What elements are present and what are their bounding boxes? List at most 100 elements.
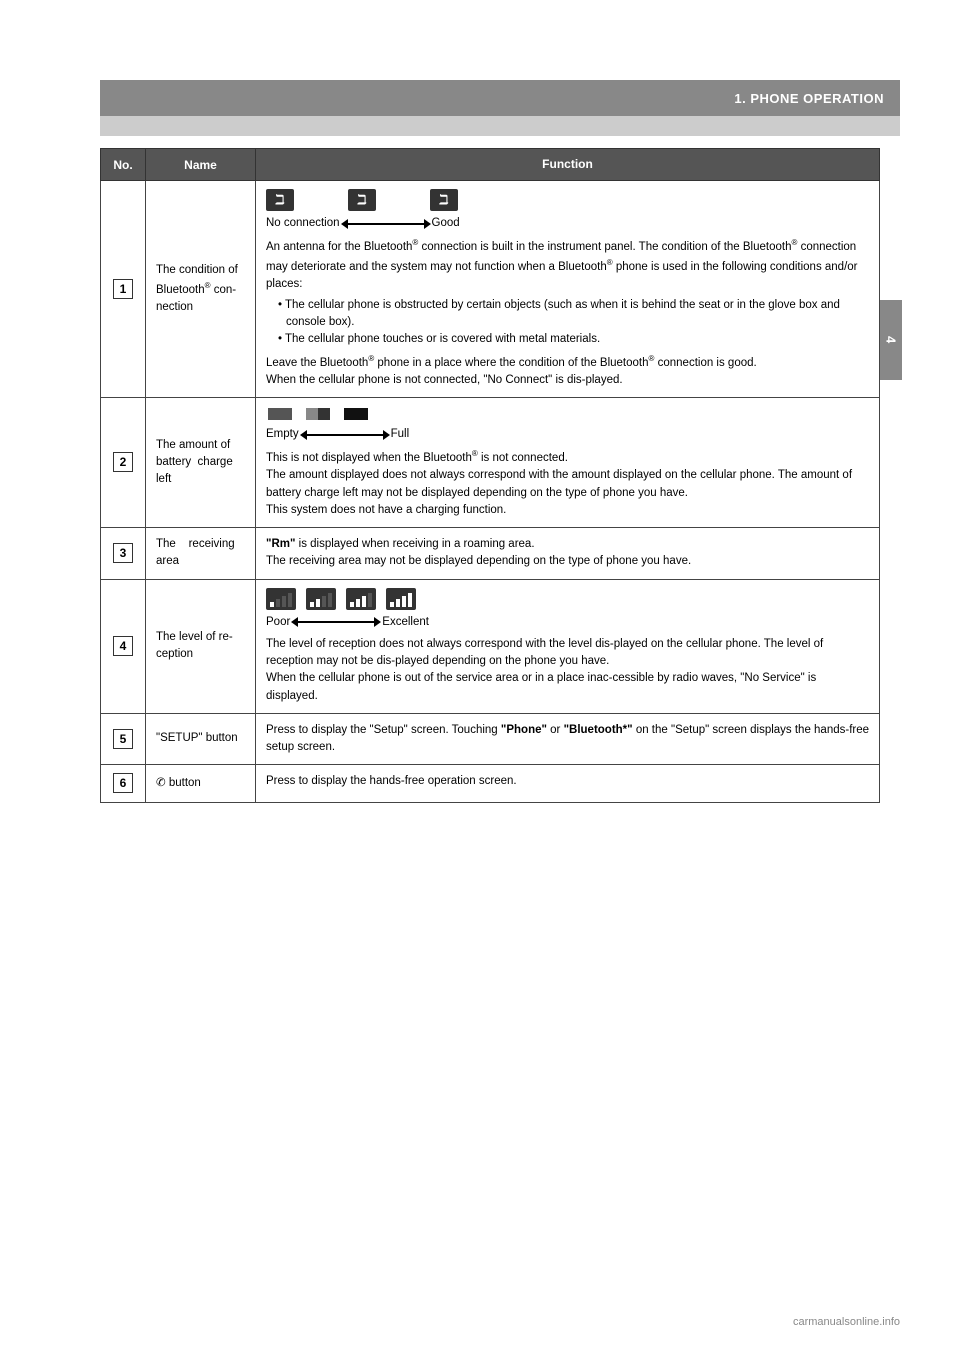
row1-number-box: 1 [113,279,133,299]
signal-bar-1 [270,602,274,607]
row1-arrow [346,223,426,225]
row4-arrow-line [296,621,376,623]
row4-arrow-row: Poor Excellent [266,614,869,631]
table-row: 1 The condition of Bluetooth® con-nectio… [101,181,880,398]
row5-name: "SETUP" button [146,713,256,765]
bt-icon-2: ℶ [348,189,376,211]
row4-desc2: When the cellular phone is out of the se… [266,670,869,705]
col-header-no: No. [101,149,146,181]
signal-bar-2 [396,599,400,607]
battery-half-icon [304,406,332,422]
bt-symbol-2: ℶ [358,190,367,210]
row5-phone-label: "Phone" [501,724,547,736]
signal-bar-3 [402,596,406,607]
header-bar: 1. PHONE OPERATION [100,80,900,116]
signal-good-icon [346,588,376,610]
row1-icons: ℶ ℶ ℶ [266,189,869,211]
signal-bar-1 [350,602,354,607]
row3-name: The receiving area [146,528,256,580]
row2-full-label: Full [391,426,410,443]
row6-name: ✆ button [146,765,256,802]
row3-rm-label: "Rm" [266,538,295,550]
row1-no-connection-label: No connection [266,215,340,232]
table-row: 3 The receiving area "Rm" is displayed w… [101,528,880,580]
row1-bullet1: • The cellular phone is obstructed by ce… [278,297,869,332]
signal-medium-icon [306,588,336,610]
row3-function: "Rm" is displayed when receiving in a ro… [256,528,880,580]
row4-arrow [296,621,376,623]
row1-no: 1 [101,181,146,398]
row4-name: The level of re-ception [146,579,256,713]
battery-full-icon [342,406,370,422]
header-title: 1. PHONE OPERATION [734,91,884,106]
row3-no: 3 [101,528,146,580]
row2-desc2: The amount displayed does not always cor… [266,467,869,502]
signal-excellent-icon [386,588,416,610]
sub-bar [100,116,900,136]
main-table: No. Name Function 1 The condition of Blu… [100,148,880,803]
signal-bar-2 [356,599,360,607]
signal-bar-4 [288,593,292,607]
row4-no: 4 [101,579,146,713]
main-table-container: No. Name Function 1 The condition of Blu… [100,148,880,1178]
row2-function: Empty Full This is not displayed when th… [256,397,880,527]
row1-arrow-row: No connection Good [266,215,869,232]
signal-bar-2 [316,599,320,607]
signal-bar-2 [276,599,280,607]
bt-icon-1: ℶ [266,189,294,211]
sidebar-tab: 4 [880,300,902,380]
table-row: 2 The amount of battery charge left [101,397,880,527]
page-wrapper: 1. PHONE OPERATION 4 No. Name Function 1 [0,0,960,1358]
row4-number-box: 4 [113,636,133,656]
signal-bar-3 [282,596,286,607]
watermark: carmanualsonline.info [793,1316,900,1328]
row3-desc1: "Rm" is displayed when receiving in a ro… [266,536,869,553]
row6-number-box: 6 [113,773,133,793]
signal-poor-icon [266,588,296,610]
row5-number-box: 5 [113,729,133,749]
signal-bar-4 [368,593,372,607]
row2-arrow-row: Empty Full [266,426,869,443]
row2-icons [266,406,869,422]
signal-bar-3 [322,596,326,607]
row4-desc1: The level of reception does not always c… [266,636,869,671]
row5-function: Press to display the "Setup" screen. Tou… [256,713,880,765]
row2-name: The amount of battery charge left [146,397,256,527]
row1-name: The condition of Bluetooth® con-nection [146,181,256,398]
table-row: 4 The level of re-ception [101,579,880,713]
row1-function: ℶ ℶ ℶ [256,181,880,398]
row4-poor-label: Poor [266,614,290,631]
row2-desc3: This system does not have a charging fun… [266,502,869,519]
row4-excellent-label: Excellent [382,614,429,631]
row2-desc1: This is not displayed when the Bluetooth… [266,448,869,467]
row1-good-label: Good [432,215,460,232]
bt-symbol-1: ℶ [276,190,285,210]
row1-bullet2: • The cellular phone touches or is cover… [278,331,869,348]
row1-extra1: Leave the Bluetooth® phone in a place wh… [266,353,869,372]
col-header-name: Name [146,149,256,181]
col-header-function: Function [256,149,880,181]
row2-number-box: 2 [113,452,133,472]
row5-no: 5 [101,713,146,765]
row6-no: 6 [101,765,146,802]
row2-arrow-line [305,434,385,436]
row2-no: 2 [101,397,146,527]
battery-empty-icon [266,406,294,422]
table-row: 5 "SETUP" button Press to display the "S… [101,713,880,765]
signal-bar-4 [328,593,332,607]
signal-bar-1 [310,602,314,607]
battery-half-fill [306,408,318,420]
row1-desc: An antenna for the Bluetooth® connection… [266,237,869,292]
signal-bar-3 [362,596,366,607]
row2-empty-label: Empty [266,426,299,443]
signal-bar-4 [408,593,412,607]
row4-function: Poor Excellent The level of reception do… [256,579,880,713]
row3-desc2: The receiving area may not be displayed … [266,553,869,570]
row6-function: Press to display the hands-free operatio… [256,765,880,802]
row2-arrow [305,434,385,436]
table-row: 6 ✆ button Press to display the hands-fr… [101,765,880,802]
signal-bar-1 [390,602,394,607]
row3-number-box: 3 [113,543,133,563]
sidebar-tab-text: 4 [884,336,899,343]
row4-icons [266,588,869,610]
